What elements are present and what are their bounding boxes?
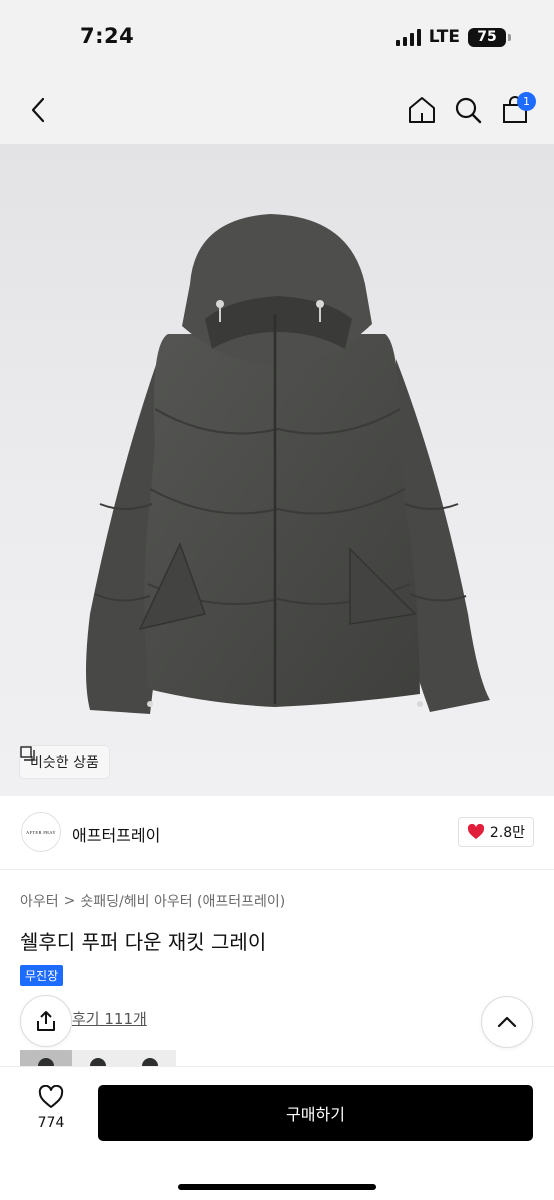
signal-icon: [395, 28, 421, 46]
home-indicator: [178, 1184, 376, 1190]
buy-button[interactable]: 구매하기: [98, 1085, 533, 1141]
product-image[interactable]: 비슷한 상품: [0, 144, 554, 796]
share-button[interactable]: [20, 995, 72, 1047]
status-indicators: LTE 75: [395, 27, 511, 47]
chevron-up-icon: [497, 1016, 517, 1028]
search-icon: [455, 97, 482, 124]
scroll-top-button[interactable]: [481, 996, 533, 1048]
cart-button[interactable]: 1: [497, 90, 536, 130]
brand-like-count: 2.8만: [489, 825, 525, 841]
bottom-bar: 774 구매하기: [0, 1066, 554, 1200]
cart-count-badge: 1: [517, 92, 536, 111]
chevron-right-icon: >: [63, 893, 76, 909]
similar-products-label: 비슷한 상품: [30, 755, 99, 771]
heart-filled-icon: [467, 824, 484, 839]
back-icon: [31, 97, 45, 123]
breadcrumb-item[interactable]: 아우터: [20, 891, 59, 911]
back-button[interactable]: [20, 90, 56, 130]
reviews-link[interactable]: 후기 111개: [72, 1008, 147, 1029]
copy-icon: [20, 746, 35, 761]
search-button[interactable]: [450, 90, 486, 130]
battery-icon: 75: [468, 27, 511, 47]
brand-like-button[interactable]: 2.8만: [457, 817, 534, 847]
status-time: 7:24: [80, 24, 135, 48]
brand-name[interactable]: 애프터프레이: [72, 822, 160, 846]
home-icon: [409, 97, 435, 123]
like-button[interactable]: 774: [20, 1085, 82, 1145]
status-badge: 무진장: [20, 965, 64, 986]
similar-products-button[interactable]: 비슷한 상품: [20, 746, 109, 778]
breadcrumb-item[interactable]: 숏패딩/헤비 아우터 (애프터프레이): [80, 891, 285, 911]
battery-level: 75: [477, 29, 497, 45]
jacket-image: [86, 214, 490, 714]
breadcrumb: 아우터 > 숏패딩/헤비 아우터 (애프터프레이): [20, 891, 285, 911]
app-header: 1: [0, 76, 554, 144]
like-count: 774: [37, 1115, 65, 1131]
status-bar: 7:24 LTE 75: [0, 0, 554, 76]
brand-row: AFTER PRAY 애프터프레이 2.8만: [0, 796, 554, 870]
network-type: LTE: [428, 27, 460, 47]
home-button[interactable]: [404, 90, 440, 130]
brand-logo[interactable]: AFTER PRAY: [21, 812, 61, 852]
share-icon: [37, 1011, 55, 1031]
product-title: 쉘후디 푸퍼 다운 재킷 그레이: [20, 930, 267, 954]
heart-outline-icon: [38, 1085, 64, 1108]
